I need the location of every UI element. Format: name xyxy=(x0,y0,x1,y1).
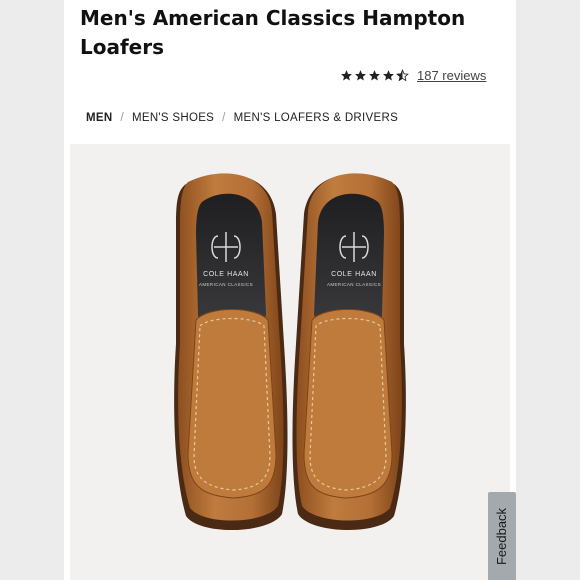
breadcrumb-item-men[interactable]: MEN xyxy=(86,112,112,124)
svg-text:COLE HAAN: COLE HAAN xyxy=(203,271,249,278)
product-card: Men's American Classics Hampton Loafers … xyxy=(64,0,516,580)
star-icon xyxy=(383,69,394,80)
star-icon xyxy=(369,69,380,80)
star-rating xyxy=(340,68,409,82)
breadcrumb-separator: / xyxy=(222,112,226,124)
svg-text:COLE HAAN: COLE HAAN xyxy=(331,271,377,278)
breadcrumb-separator: / xyxy=(120,112,124,124)
svg-text:AMERICAN CLASSICS: AMERICAN CLASSICS xyxy=(327,282,381,287)
right-loafer xyxy=(292,173,406,531)
breadcrumb-item-loafers-drivers[interactable]: MEN'S LOAFERS & DRIVERS xyxy=(234,112,398,124)
breadcrumb: MEN / MEN'S SHOES / MEN'S LOAFERS & DRIV… xyxy=(86,112,398,124)
breadcrumb-item-mens-shoes[interactable]: MEN'S SHOES xyxy=(132,112,214,124)
reviews-link[interactable]: 187 reviews xyxy=(417,68,486,83)
product-title: Men's American Classics Hampton Loafers xyxy=(80,6,466,59)
svg-text:AMERICAN CLASSICS: AMERICAN CLASSICS xyxy=(199,282,253,287)
rating-row: 187 reviews xyxy=(340,66,486,84)
left-loafer xyxy=(174,173,288,531)
half-star-icon xyxy=(396,68,409,81)
star-icon xyxy=(355,69,366,80)
feedback-label: Feedback xyxy=(494,507,510,565)
product-image[interactable]: COLE HAAN AMERICAN CLASSICS COLE HAAN AM… xyxy=(70,144,510,580)
star-icon xyxy=(341,69,352,80)
feedback-tab[interactable]: Feedback xyxy=(488,492,516,580)
